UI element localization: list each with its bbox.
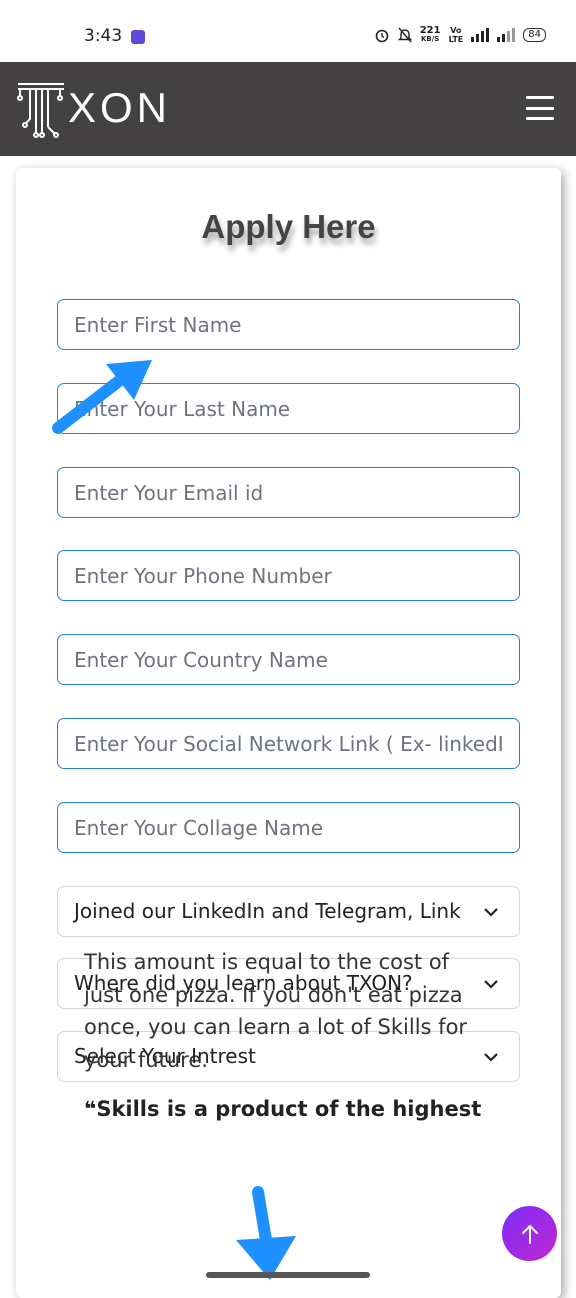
home-indicator[interactable] xyxy=(206,1272,370,1278)
first-name-input[interactable] xyxy=(57,299,520,350)
hamburger-icon-line xyxy=(526,106,554,110)
scroll-to-top-button[interactable] xyxy=(502,1206,557,1261)
form-title: Apply Here xyxy=(201,208,376,245)
promo-text: This amount is equal to the cost of just… xyxy=(84,950,468,1072)
promo-quote: ❝Skills is a product of the highest xyxy=(84,1097,482,1121)
status-indicators: 221 KB/S Vo LTE 84 xyxy=(374,26,546,44)
social-link-input[interactable] xyxy=(57,718,520,769)
menu-button[interactable] xyxy=(526,96,554,120)
apply-form-card: Apply Here Joined our LinkedIn and Teleg… xyxy=(16,168,561,1298)
navbar: XON xyxy=(0,62,576,156)
hamburger-icon-line xyxy=(526,117,554,120)
chevron-down-icon xyxy=(484,908,498,917)
txon-logo[interactable]: XON xyxy=(16,80,167,140)
volte-icon: Vo LTE xyxy=(448,26,464,44)
circuit-t-icon xyxy=(17,83,64,138)
country-input[interactable] xyxy=(57,634,520,685)
status-bar: 3:43 221 KB/S Vo LTE 84 xyxy=(0,0,576,62)
college-input[interactable] xyxy=(57,802,520,853)
net-speed: 221 KB/S xyxy=(419,25,441,44)
last-name-input[interactable] xyxy=(57,383,520,434)
status-time: 3:43 xyxy=(84,26,123,46)
brand-name: XON xyxy=(68,84,172,131)
signal-icon-2 xyxy=(497,28,516,42)
joined-select[interactable]: Joined our LinkedIn and Telegram, Link xyxy=(57,886,520,937)
battery-icon: 84 xyxy=(523,28,546,42)
email-input[interactable] xyxy=(57,467,520,518)
alarm-icon xyxy=(375,29,388,43)
hamburger-icon-line xyxy=(526,96,554,99)
phone-input[interactable] xyxy=(57,550,520,601)
mute-icon xyxy=(397,27,412,43)
joined-select-value: Joined our LinkedIn and Telegram, Link xyxy=(74,899,461,923)
notification-icon xyxy=(131,30,145,44)
arrow-up-icon xyxy=(521,1224,538,1244)
signal-icon-1 xyxy=(471,28,490,42)
